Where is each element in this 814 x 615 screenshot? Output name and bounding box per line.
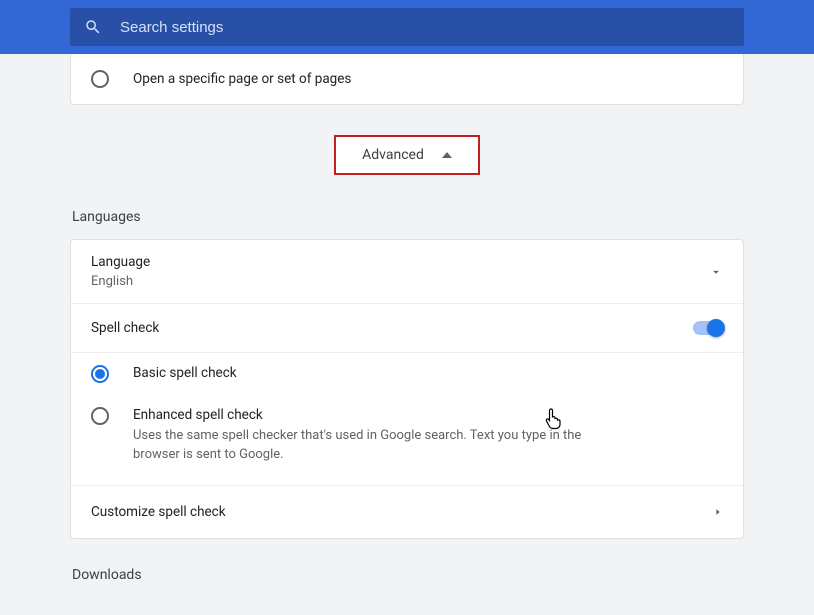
language-value: English bbox=[91, 274, 150, 289]
advanced-label: Advanced bbox=[362, 147, 424, 163]
search-input[interactable] bbox=[120, 19, 730, 36]
chevron-up-icon bbox=[442, 152, 452, 158]
startup-card: Open a specific page or set of pages bbox=[70, 54, 744, 105]
open-specific-page-option[interactable]: Open a specific page or set of pages bbox=[71, 54, 743, 104]
radio-selected-icon bbox=[91, 365, 109, 383]
spellcheck-toggle[interactable] bbox=[693, 321, 723, 335]
search-container[interactable] bbox=[70, 8, 744, 46]
languages-card: Language English Spell check Basic spell… bbox=[70, 239, 744, 539]
language-row[interactable]: Language English bbox=[71, 240, 743, 304]
language-title: Language bbox=[91, 254, 150, 270]
basic-spellcheck-option[interactable]: Basic spell check bbox=[71, 353, 743, 395]
advanced-toggle-button[interactable]: Advanced bbox=[334, 135, 480, 175]
enhanced-spellcheck-label: Enhanced spell check bbox=[133, 407, 583, 423]
open-specific-label: Open a specific page or set of pages bbox=[133, 71, 351, 87]
chevron-right-icon bbox=[713, 507, 723, 517]
header-bar bbox=[0, 0, 814, 54]
basic-spellcheck-label: Basic spell check bbox=[133, 365, 237, 381]
downloads-section-title: Downloads bbox=[72, 567, 742, 583]
customize-spellcheck-row[interactable]: Customize spell check bbox=[71, 485, 743, 538]
enhanced-spellcheck-desc: Uses the same spell checker that's used … bbox=[133, 427, 583, 465]
radio-unselected-icon bbox=[91, 70, 109, 88]
enhanced-spellcheck-option[interactable]: Enhanced spell check Uses the same spell… bbox=[71, 395, 743, 485]
languages-section-title: Languages bbox=[72, 209, 742, 225]
search-icon bbox=[84, 18, 102, 36]
spellcheck-row: Spell check bbox=[71, 304, 743, 353]
spellcheck-title: Spell check bbox=[91, 320, 159, 336]
radio-unselected-icon bbox=[91, 407, 109, 425]
chevron-down-icon bbox=[709, 265, 723, 279]
customize-spellcheck-label: Customize spell check bbox=[91, 504, 226, 520]
